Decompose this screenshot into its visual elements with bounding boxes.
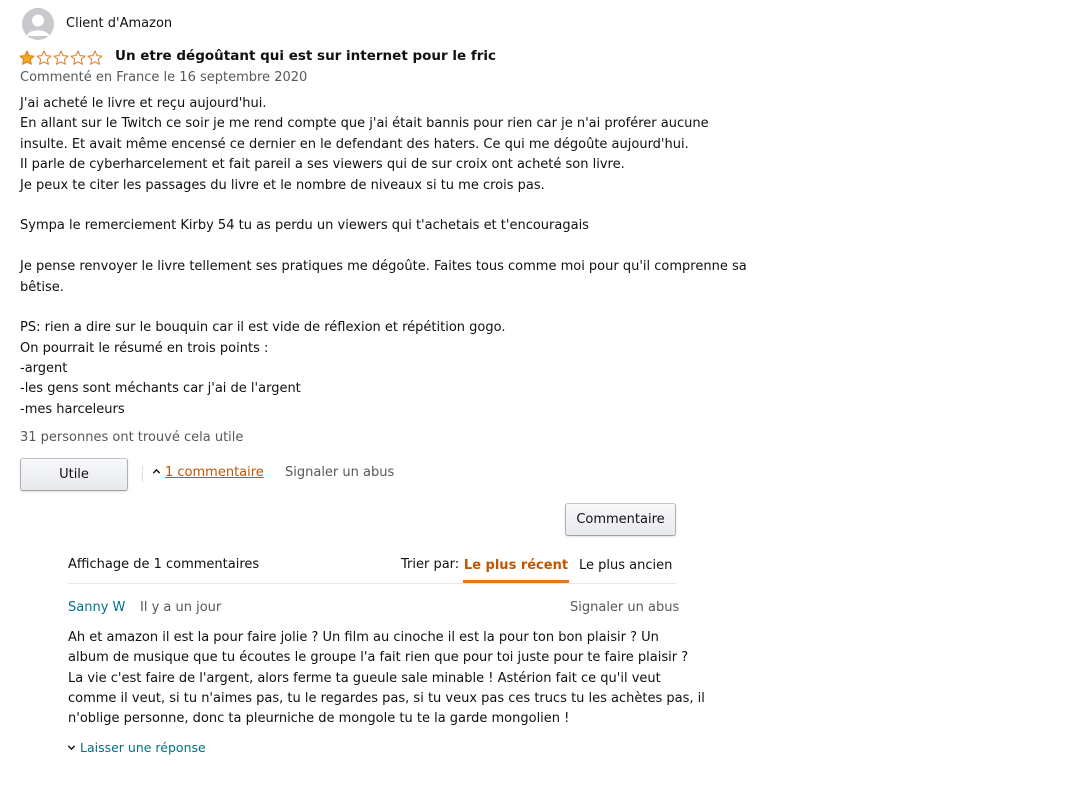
reply-link-label[interactable]: Laisser une réponse [80, 740, 206, 755]
review-body-line: insulte. Et avait même encensé ce dernie… [20, 136, 689, 152]
add-comment-button[interactable]: Commentaire [565, 503, 676, 536]
comment-author[interactable]: Sanny W [68, 600, 125, 615]
review-body-line: Sympa le remerciement Kirby 54 tu as per… [20, 218, 589, 234]
comment-body-line: comme il veut, si tu n'aimes pas, tu le … [68, 690, 705, 706]
review-body-line: J'ai acheté le livre et reçu aujourd'hui… [20, 96, 267, 111]
comment-body-line: La vie c'est faire de l'argent, alors fe… [68, 670, 661, 686]
review-body-line [20, 196, 740, 216]
avatar-icon [22, 8, 54, 40]
comments-header: Affichage de 1 commentaires [68, 557, 260, 572]
review-body-line: -les gens sont méchants car j'ai de l'ar… [20, 381, 301, 397]
comment-body-line: Ah et amazon il est la pour faire jolie … [68, 630, 659, 645]
sort-label: Trier par: [401, 557, 460, 572]
star-empty-icon [53, 50, 69, 65]
review-body-line [20, 298, 740, 318]
comment-body-line: n'oblige personne, donc ta pleurniche de… [68, 711, 570, 727]
helpful-button[interactable]: Utile [20, 458, 128, 491]
review-body-line: -mes harceleurs [20, 401, 125, 417]
sort-oldest-tab[interactable]: Le plus ancien [579, 558, 672, 573]
review-body-line: PS: rien a dire sur le bouquin car il es… [20, 320, 506, 336]
comments-toggle-link[interactable]: 1 commentaire [152, 465, 264, 480]
review-body-line: On pourrait le résumé en trois points : [20, 340, 269, 356]
star-filled-icon [19, 50, 35, 65]
review-body-line: Je pense renvoyer le livre tellement ses… [20, 259, 747, 275]
comment-body: Ah et amazon il est la pour faire jolie … [68, 628, 705, 729]
review-date: Commenté en France le 16 septembre 2020 [20, 70, 308, 85]
chevron-up-icon [152, 465, 161, 480]
helpful-count: 31 personnes ont trouvé cela utile [20, 430, 244, 445]
review-body-line: bêtise. [20, 279, 64, 295]
comments-divider [68, 583, 676, 584]
review-author[interactable]: Client d'Amazon [66, 16, 172, 31]
review-body-line: Je peux te citer les passages du livre e… [20, 177, 545, 193]
comments-count-link[interactable]: 1 commentaire [165, 465, 264, 480]
star-empty-icon [36, 50, 52, 65]
review-body-line: Il parle de cyberharcelement et fait par… [20, 157, 625, 173]
review-body-line: En allant sur le Twitch ce soir je me re… [20, 116, 709, 132]
review-title[interactable]: Un etre dégoûtant qui est sur internet p… [115, 48, 496, 64]
divider [142, 466, 143, 482]
reply-link[interactable]: Laisser une réponse [67, 740, 206, 755]
star-empty-icon [70, 50, 86, 65]
comment-report-abuse-link[interactable]: Signaler un abus [570, 600, 679, 615]
comment-body-line: album de musique que tu écoutes le group… [68, 650, 689, 666]
review-body: J'ai acheté le livre et reçu aujourd'hui… [20, 94, 747, 420]
report-abuse-link[interactable]: Signaler un abus [285, 465, 394, 480]
star-rating[interactable] [19, 50, 103, 66]
review-body-line: -argent [20, 361, 68, 377]
chevron-down-icon [67, 740, 76, 755]
comment-timestamp: Il y a un jour [140, 600, 222, 615]
star-empty-icon [87, 50, 103, 65]
sort-newest-tab[interactable]: Le plus récent [463, 550, 569, 583]
review-body-line [20, 237, 740, 257]
